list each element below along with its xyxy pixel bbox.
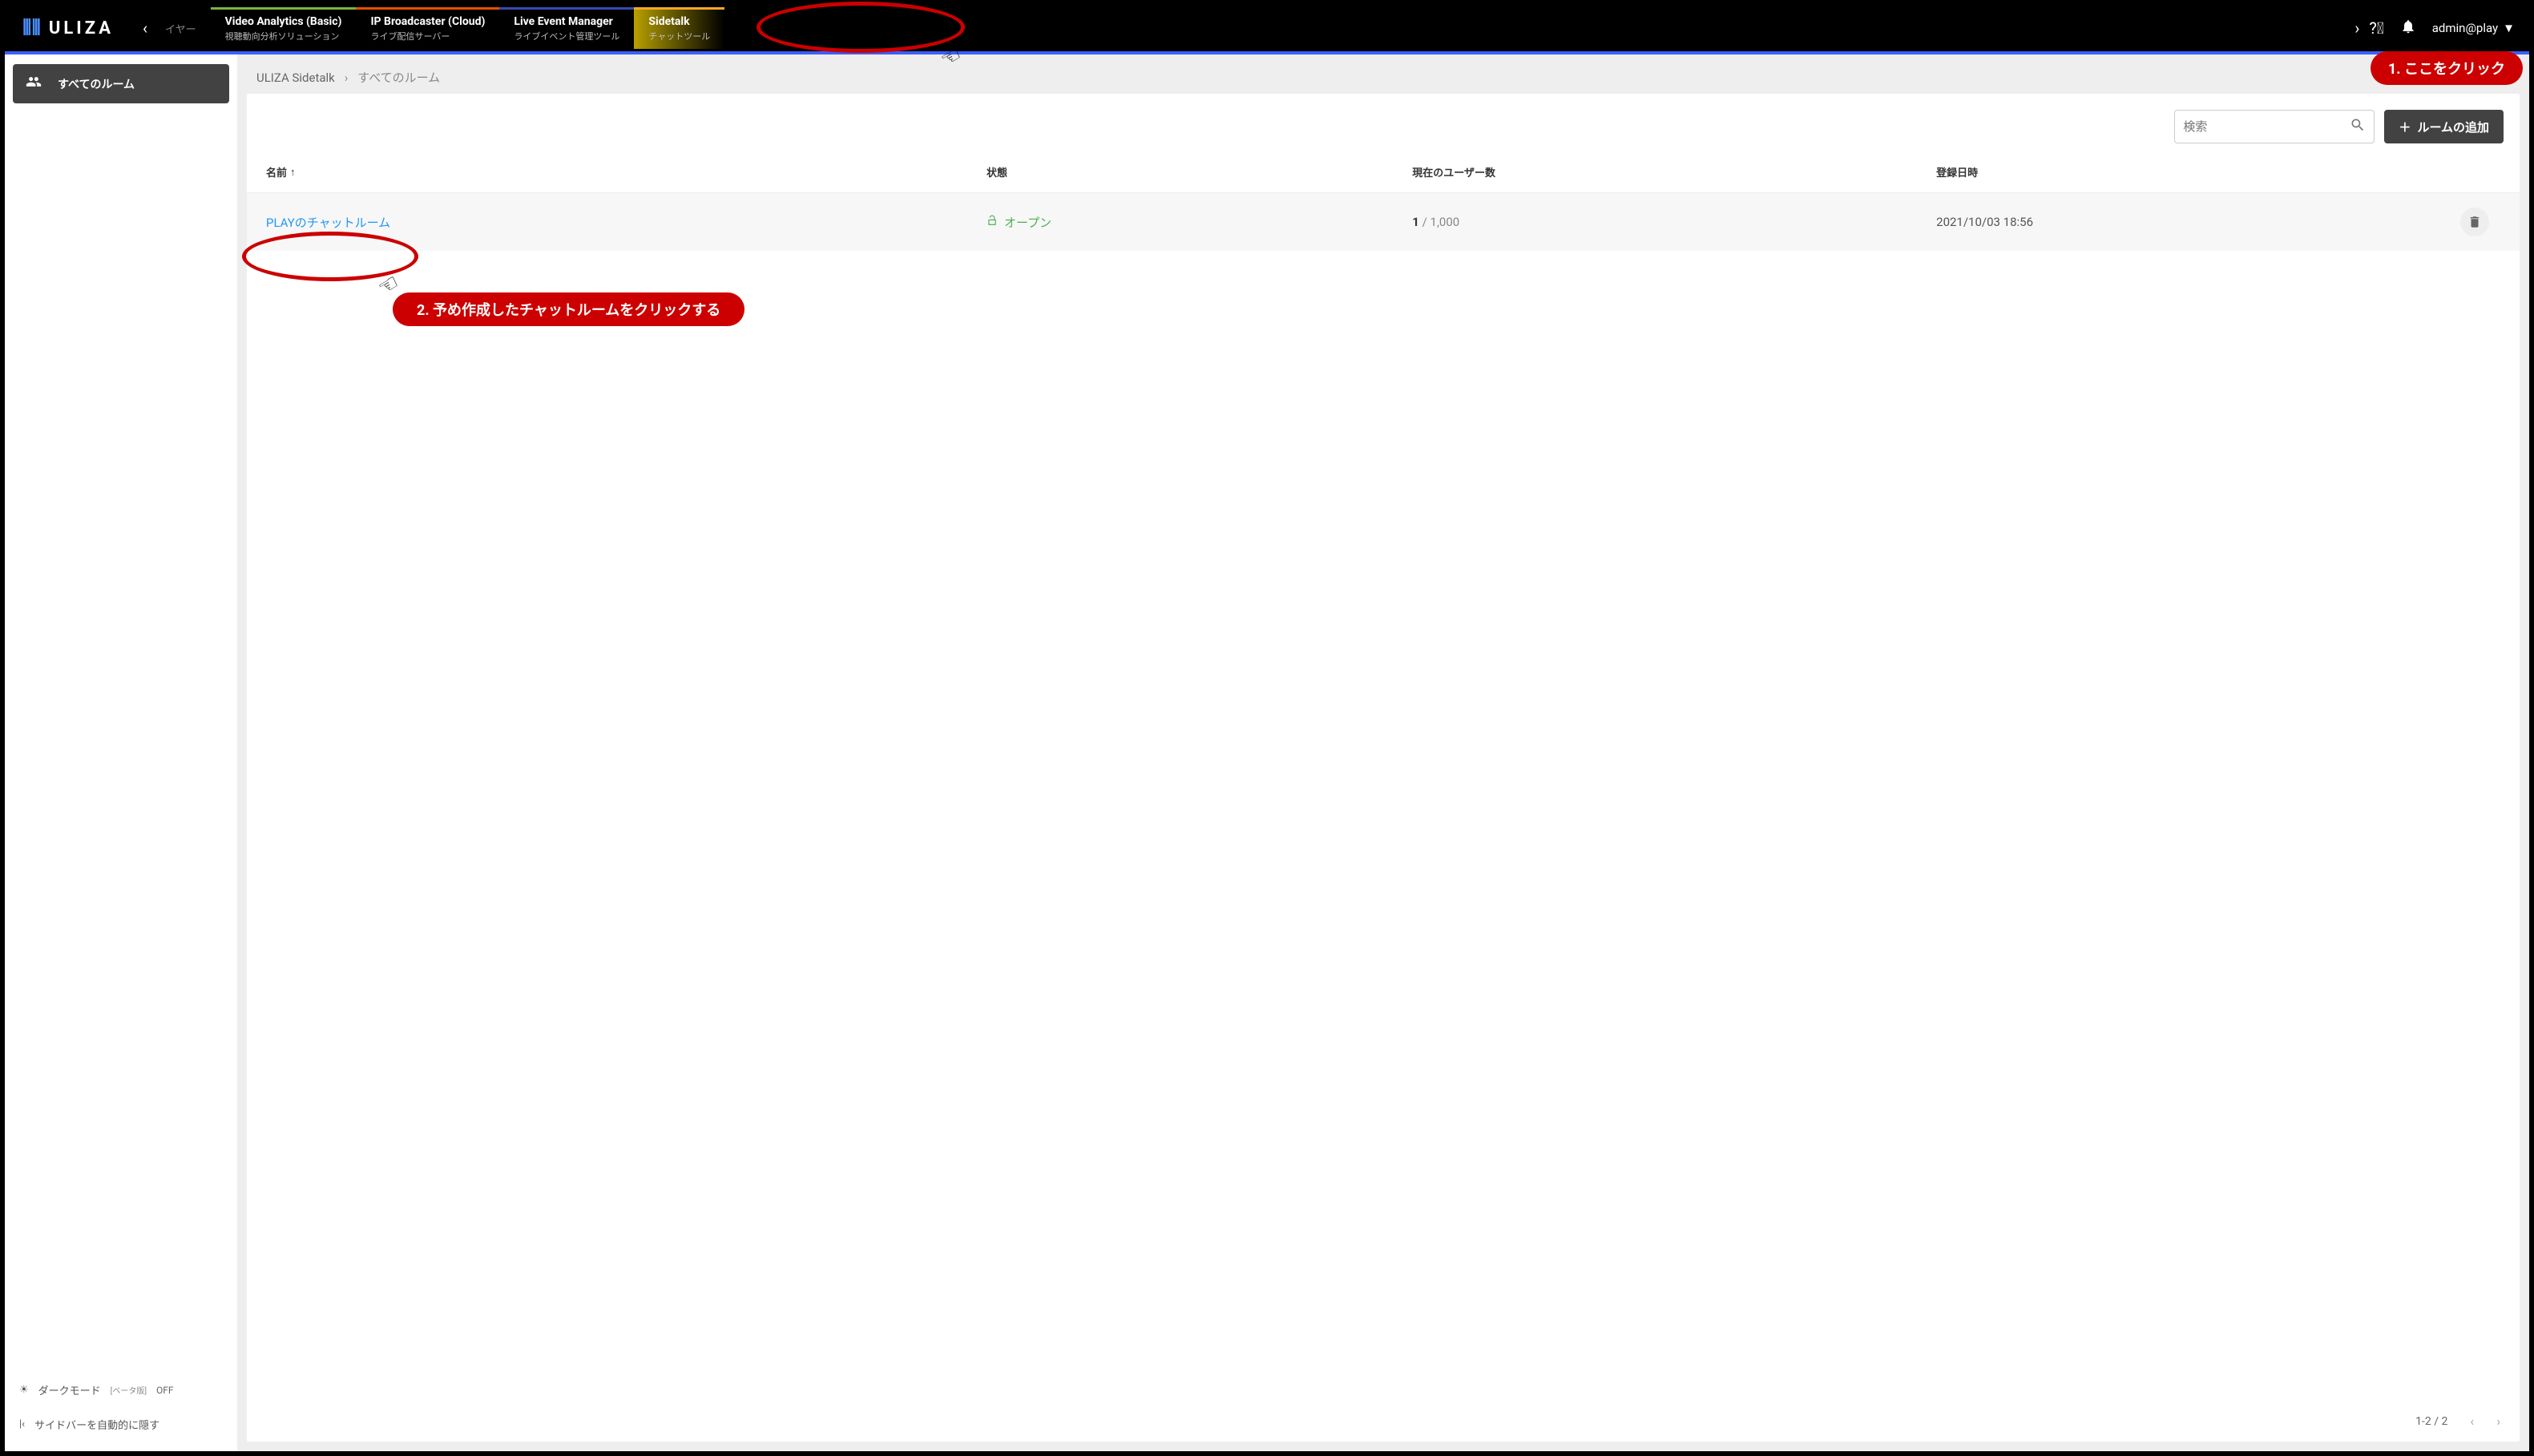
table-header: 名前 ↑ 状態 現在のユーザー数 登録日時 <box>247 151 2520 193</box>
nav-tabs: Video Analytics (Basic) 視聴動向分析ソリューション IP… <box>211 7 2346 49</box>
nav-tab-live-event[interactable]: Live Event Manager ライブイベント管理ツール <box>499 7 634 49</box>
add-room-label: ルームの追加 <box>2417 119 2489 135</box>
nav-next-button[interactable]: › <box>2345 18 2369 38</box>
nav-tab-title: Video Analytics (Basic) <box>225 15 342 28</box>
nav-tab-title: Live Event Manager <box>514 15 619 28</box>
sidebar: すべてのルーム ☀ ダークモード [ベータ版] OFF |‹ サイドバーを自動的… <box>5 54 237 1451</box>
nav-tab-video-analytics[interactable]: Video Analytics (Basic) 視聴動向分析ソリューション <box>211 7 357 49</box>
search-box[interactable] <box>2174 110 2375 143</box>
room-name-link[interactable]: PLAYのチャットルーム <box>266 214 390 231</box>
col-header-date[interactable]: 登録日時 <box>1936 164 2460 179</box>
delete-button[interactable] <box>2460 208 2489 236</box>
nav-tab-fragment: イヤー <box>157 21 204 36</box>
nav-tab-sub: 視聴動向分析ソリューション <box>225 30 342 42</box>
sidebar-item-all-rooms[interactable]: すべてのルーム <box>13 64 229 103</box>
toolbar: ＋ ルームの追加 <box>247 94 2520 151</box>
auto-hide-sidebar[interactable]: |‹ サイドバーを自動的に隠す <box>13 1407 229 1442</box>
plus-icon: ＋ <box>2399 119 2411 135</box>
date-text: 2021/10/03 18:56 <box>1936 215 2460 229</box>
table-row[interactable]: PLAYのチャットルーム オープン 1 / 1,000 <box>247 193 2520 251</box>
unlock-icon <box>987 215 998 229</box>
breadcrumb-root[interactable]: ULIZA Sidetalk <box>256 71 335 85</box>
col-header-status[interactable]: 状態 <box>987 164 1412 179</box>
content-panel: ＋ ルームの追加 名前 ↑ 状態 現在のユーザー数 登録日時 <box>247 94 2520 1442</box>
logo: ⦀⦀ ULIZA <box>22 16 114 41</box>
nav-tab-ip-broadcaster[interactable]: IP Broadcaster (Cloud) ライブ配信サーバー <box>356 7 499 49</box>
help-icon[interactable]: ?⃝ <box>2369 18 2383 38</box>
auto-hide-label: サイドバーを自動的に隠す <box>34 1417 159 1432</box>
chevron-right-icon: › <box>345 71 349 85</box>
nav-tab-sub: ライブイベント管理ツール <box>514 30 619 42</box>
col-header-name[interactable]: 名前 ↑ <box>266 164 987 179</box>
nav-tab-title: IP Broadcaster (Cloud) <box>370 15 485 28</box>
top-header: ⦀⦀ ULIZA ‹ イヤー Video Analytics (Basic) 視… <box>5 5 2529 54</box>
page-next-button[interactable]: › <box>2496 1414 2500 1429</box>
nav-tab-title: Sidetalk <box>648 15 710 28</box>
sidebar-item-label: すべてのルーム <box>58 76 135 92</box>
collapse-icon: |‹ <box>19 1418 25 1430</box>
main-content: ULIZA Sidetalk › すべてのルーム ＋ ルームの追加 <box>237 54 2529 1451</box>
dark-mode-state: OFF <box>156 1385 174 1396</box>
chevron-down-icon: ▼ <box>2503 21 2515 35</box>
annotation-hand-icon-2: ☜ <box>373 268 403 301</box>
col-header-users[interactable]: 現在のユーザー数 <box>1412 164 1936 179</box>
header-right: ?⃝ admin@play ▼ <box>2369 18 2515 38</box>
user-menu[interactable]: admin@play ▼ <box>2432 21 2515 35</box>
page-prev-button[interactable]: ‹ <box>2470 1414 2474 1429</box>
nav-tab-sub: ライブ配信サーバー <box>370 30 485 42</box>
nav-tab-sidetalk[interactable]: Sidetalk チャットツール <box>634 7 724 49</box>
sun-icon: ☀ <box>19 1384 29 1396</box>
search-icon[interactable] <box>2350 117 2366 137</box>
dark-mode-toggle[interactable]: ☀ ダークモード [ベータ版] OFF <box>13 1373 229 1407</box>
bell-icon[interactable] <box>2400 18 2416 38</box>
rooms-table: 名前 ↑ 状態 現在のユーザー数 登録日時 PLAYのチャットルーム <box>247 151 2520 251</box>
logo-icon: ⦀⦀ <box>22 16 41 41</box>
trash-icon <box>2467 215 2482 229</box>
nav-prev-button[interactable]: ‹ <box>133 18 157 38</box>
user-name: admin@play <box>2432 21 2498 35</box>
sort-asc-icon: ↑ <box>290 166 296 179</box>
nav-tab-sub: チャットツール <box>648 30 710 42</box>
breadcrumb: ULIZA Sidetalk › すべてのルーム <box>237 54 2529 94</box>
dark-mode-label: ダークモード <box>38 1382 101 1398</box>
people-icon <box>26 74 42 94</box>
status-text: オープン <box>1004 214 1051 231</box>
add-room-button[interactable]: ＋ ルームの追加 <box>2384 110 2504 143</box>
logo-text: ULIZA <box>49 18 114 38</box>
pagination-text: 1-2 / 2 <box>2415 1415 2447 1428</box>
status-badge: オープン <box>987 214 1412 231</box>
table-footer: 1-2 / 2 ‹ › <box>247 1401 2520 1442</box>
search-input[interactable] <box>2183 120 2350 134</box>
annotation-label-2: 2. 予め作成したチャットルームをクリックする <box>393 292 744 326</box>
users-count: 1 / 1,000 <box>1412 215 1936 229</box>
breadcrumb-current: すべてのルーム <box>357 69 440 86</box>
beta-tag: [ベータ版] <box>111 1384 147 1396</box>
